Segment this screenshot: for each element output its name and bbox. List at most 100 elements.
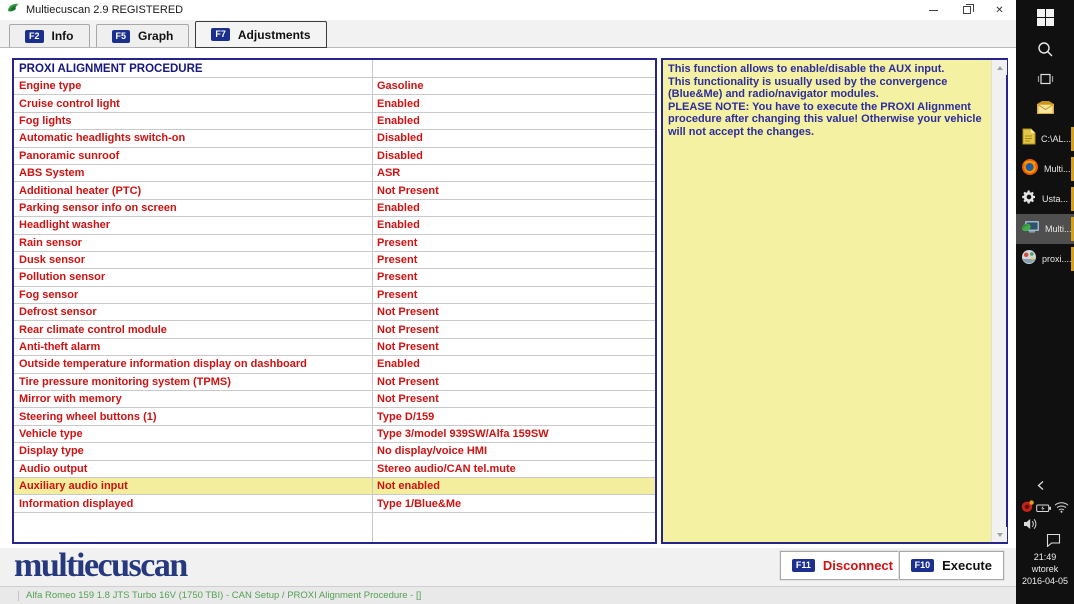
description-line: This function allows to enable/disable t…: [668, 63, 945, 75]
row-label: Defrost sensor: [19, 306, 97, 319]
description-text: This function allows to enable/disable t…: [668, 63, 985, 138]
row-value: Not Present: [377, 341, 439, 354]
table-rows: Engine type Gasoline Cruise control light E…: [14, 78, 655, 513]
taskbar-app-label: Multi...: [1044, 164, 1071, 174]
row-label: Auxiliary audio input: [19, 480, 128, 493]
table-row[interactable]: Parking sensor info on screen Enabled: [14, 200, 655, 218]
taskbar-clock[interactable]: 21:49 wtorek 2016-04-05: [1016, 551, 1074, 587]
table-row[interactable]: Automatic headlights switch-on Disabled: [14, 130, 655, 148]
row-label: Audio output: [19, 462, 88, 475]
f11-key-badge: F11: [791, 559, 815, 572]
table-row[interactable]: Defrost sensor Not Present: [14, 304, 655, 322]
taskbar-app-document[interactable]: C:\AL...: [1016, 124, 1074, 154]
row-label: ABS System: [19, 167, 85, 180]
clock-date: 2016-04-05: [1021, 576, 1069, 586]
row-label: Fog lights: [19, 114, 72, 127]
table-row[interactable]: Audio output Stereo audio/CAN tel.mute: [14, 461, 655, 478]
table-row[interactable]: Tire pressure monitoring system (TPMS) No…: [14, 374, 655, 392]
taskbar-app-proxi[interactable]: proxi....: [1016, 244, 1074, 274]
row-value: Present: [377, 236, 418, 249]
row-label: Vehicle type: [19, 428, 83, 440]
mail-icon: [1036, 99, 1055, 120]
tab-graph[interactable]: F5 Graph: [95, 24, 190, 47]
table-row[interactable]: Pollution sensor Present: [14, 269, 655, 287]
table-row[interactable]: Display type No display/voice HMI: [14, 443, 655, 461]
table-row[interactable]: Cruise control light Enabled: [14, 95, 655, 113]
row-value: Not Present: [377, 306, 439, 319]
table-row[interactable]: Steering wheel buttons (1) Type D/159: [14, 408, 655, 426]
row-value: Enabled: [377, 97, 420, 110]
row-value: Enabled: [377, 114, 420, 127]
search-button[interactable]: [1016, 38, 1074, 64]
description-line: PLEASE NOTE: You have to execute the PRO…: [668, 100, 982, 138]
mail-button[interactable]: [1016, 96, 1074, 122]
row-value: Disabled: [377, 132, 423, 145]
row-value: Disabled: [377, 149, 423, 162]
table-row[interactable]: Fog sensor Present: [14, 287, 655, 305]
row-value: Not enabled: [377, 480, 440, 493]
taskbar-app-firefox[interactable]: Multi...: [1016, 154, 1074, 184]
battery-tray-icon[interactable]: [1036, 500, 1052, 518]
row-label: Display type: [19, 445, 84, 458]
row-label: Tire pressure monitoring system (TPMS): [19, 375, 231, 388]
row-value: Type D/159: [377, 410, 435, 423]
row-label: Outside temperature information display …: [19, 358, 307, 371]
taskbar-app-multiecuscan[interactable]: Multi...: [1016, 214, 1074, 244]
table-row[interactable]: Outside temperature information display …: [14, 356, 655, 374]
table-row[interactable]: Anti-theft alarm Not Present: [14, 339, 655, 357]
row-label: Steering wheel buttons (1): [19, 410, 157, 423]
row-value: Type 1/Blue&Me: [377, 497, 462, 510]
multiecuscan-window: Multiecuscan 2.9 REGISTERED ✕ F2 Info F5…: [0, 0, 1016, 604]
task-view-button[interactable]: [1016, 68, 1074, 94]
table-row[interactable]: Engine type Gasoline: [14, 78, 655, 96]
scroll-up-arrow-icon[interactable]: [992, 60, 1007, 75]
clock-time: 21:49: [1033, 552, 1057, 562]
table-row[interactable]: Auxiliary audio input Not enabled: [14, 477, 655, 496]
table-row[interactable]: Headlight washer Enabled: [14, 217, 655, 235]
row-value: Present: [377, 271, 418, 284]
execute-label: Execute: [942, 558, 992, 573]
wifi-tray-icon[interactable]: [1054, 500, 1069, 518]
table-row[interactable]: Vehicle type Type 3/model 939SW/Alfa 159S…: [14, 426, 655, 444]
row-label: Cruise control light: [19, 97, 120, 110]
scroll-down-arrow-icon[interactable]: [992, 527, 1007, 542]
table-row[interactable]: ABS System ASR: [14, 165, 655, 183]
table-row[interactable]: Mirror with memory Not Present: [14, 391, 655, 409]
column-divider: [372, 60, 373, 542]
description-scrollbar[interactable]: [991, 60, 1007, 542]
row-label: Panoramic sunroof: [19, 149, 120, 162]
tab-info-label: Info: [51, 29, 74, 43]
tab-info[interactable]: F2 Info: [9, 24, 90, 47]
row-value: Not Present: [377, 184, 439, 197]
row-value: Present: [377, 254, 418, 267]
disconnect-button[interactable]: F11 Disconnect: [779, 551, 905, 580]
taskbar-app-gear[interactable]: Usta...: [1016, 184, 1074, 214]
row-label: Mirror with memory: [19, 393, 122, 406]
vehicle-status-text: Alfa Romeo 159 1.8 JTS Turbo 16V (1750 T…: [26, 590, 422, 601]
taskbar-app-label: Multi...: [1045, 224, 1072, 234]
row-value: No display/voice HMI: [377, 445, 488, 458]
status-bar: Alfa Romeo 159 1.8 JTS Turbo 16V (1750 T…: [0, 586, 1016, 604]
start-button[interactable]: [1016, 6, 1074, 34]
minimize-button[interactable]: [917, 0, 950, 20]
table-row[interactable]: Panoramic sunroof Disabled: [14, 148, 655, 165]
action-center-icon[interactable]: [1046, 533, 1061, 552]
row-label: Fog sensor: [19, 288, 79, 301]
tab-adjustments[interactable]: F7 Adjustments: [195, 21, 327, 48]
volume-tray-icon[interactable]: [1023, 517, 1038, 535]
execute-button[interactable]: F10 Execute: [898, 551, 1004, 580]
row-label: Pollution sensor: [19, 271, 106, 284]
proxi-icon: [1021, 249, 1037, 270]
table-row[interactable]: Dusk sensor Present: [14, 252, 655, 270]
table-row[interactable]: Fog lights Enabled: [14, 113, 655, 131]
table-row[interactable]: Rain sensor Present: [14, 235, 655, 252]
antivirus-tray-icon[interactable]: [1021, 500, 1034, 518]
table-row[interactable]: Rear climate control module Not Present: [14, 321, 655, 339]
close-button[interactable]: ✕: [983, 0, 1016, 20]
restore-button[interactable]: [950, 0, 983, 20]
status-divider: [18, 590, 19, 601]
table-row[interactable]: Additional heater (PTC) Not Present: [14, 182, 655, 200]
multiecuscan-logo: multiecuscan: [14, 547, 188, 584]
table-row[interactable]: Information displayed Type 1/Blue&Me: [14, 495, 655, 513]
hidden-icons-chevron[interactable]: [1036, 478, 1045, 496]
